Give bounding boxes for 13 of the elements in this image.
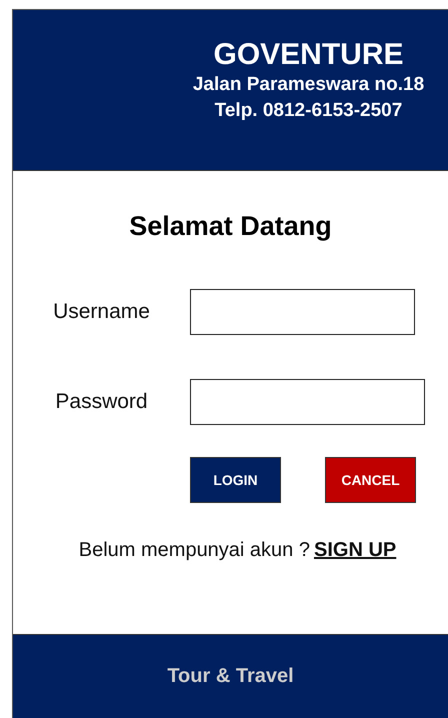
welcome-title: Selamat Datang [128, 211, 333, 243]
brand-name: GOVENTURE [213, 38, 404, 72]
footer-text: Tour & Travel [167, 665, 294, 689]
signup-prompt: Belum mempunyai akun ? [78, 539, 310, 562]
phone-text: Telp. 0812-6153-2507 [214, 99, 402, 123]
field-label: Password [54, 390, 149, 414]
input-field[interactable] [190, 379, 425, 425]
login-button[interactable]: LOGIN [190, 457, 281, 503]
signup-link[interactable]: SIGN UP [314, 539, 396, 562]
field-label: Username [52, 300, 151, 324]
input-field[interactable] [190, 289, 415, 335]
cancel-button[interactable]: CANCEL [325, 457, 416, 503]
address-text: Jalan Parameswara no.18 [192, 73, 424, 97]
